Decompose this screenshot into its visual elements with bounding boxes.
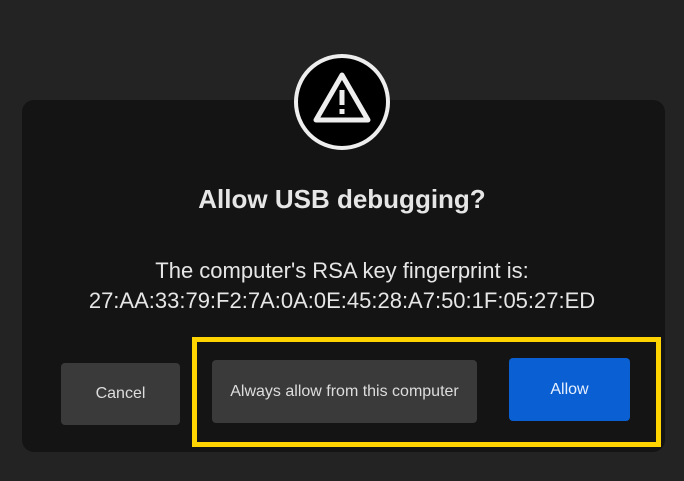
- dialog-title: Allow USB debugging?: [198, 184, 486, 214]
- rsa-fingerprint: 27:AA:33:79:F2:7A:0A:0E:45:28:A7:50:1F:0…: [88, 288, 596, 313]
- dialog-message: The computer's RSA key fingerprint is: 2…: [0, 256, 684, 316]
- message-text: The computer's RSA key fingerprint is:: [155, 258, 529, 283]
- allow-button[interactable]: Allow: [509, 358, 630, 421]
- warning-icon: [294, 54, 390, 150]
- always-allow-button[interactable]: Always allow from this computer: [212, 360, 477, 423]
- cancel-button[interactable]: Cancel: [61, 363, 180, 425]
